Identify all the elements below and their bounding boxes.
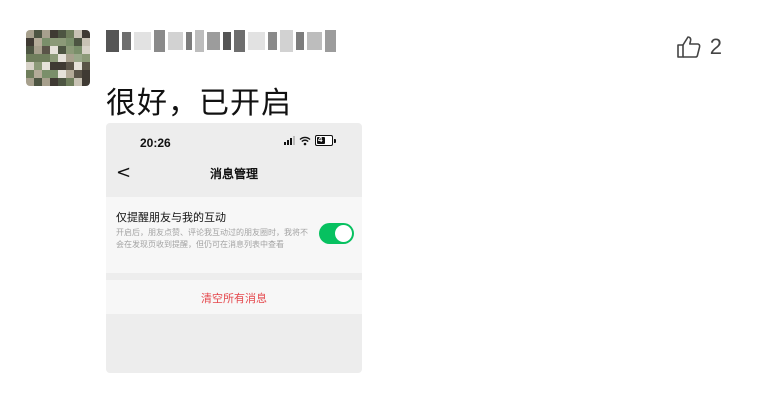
battery-icon: 4	[315, 135, 333, 146]
status-bar: 20:26 4	[106, 123, 362, 157]
like-count: 2	[709, 34, 722, 59]
clear-messages-row: 清空所有消息	[106, 280, 362, 314]
username-pixelated[interactable]	[106, 28, 336, 54]
status-icons: 4	[284, 135, 336, 146]
setting-description: 开启后，朋友点赞、评论我互动过的朋友圈时，我将不会在发现页收到提醒，但仍可在消息…	[116, 228, 308, 249]
like-button[interactable]: 2	[676, 34, 722, 60]
page-title: 消息管理	[209, 167, 258, 181]
cellular-signal-icon	[284, 136, 295, 145]
attached-screenshot[interactable]: 20:26 4 < 消息管理 仅提醒朋友与我的互动 开启后，朋友点赞、评论我互动…	[106, 123, 362, 373]
setting-row: 仅提醒朋友与我的互动 开启后，朋友点赞、评论我互动过的朋友圈时，我将不会在发现页…	[106, 197, 362, 273]
comment-text: 很好，已开启	[106, 86, 292, 121]
clear-messages-label: 清空所有消息	[201, 292, 267, 305]
setting-title: 仅提醒朋友与我的互动	[116, 211, 226, 224]
toggle-knob	[335, 225, 352, 242]
battery-tip	[334, 138, 336, 143]
battery-level: 4	[318, 135, 323, 144]
nav-bar: < 消息管理	[106, 157, 362, 189]
setting-toggle	[319, 223, 354, 244]
wifi-icon	[299, 136, 311, 145]
avatar[interactable]	[26, 30, 90, 86]
status-time: 20:26	[140, 136, 171, 150]
thumbs-up-outline-icon	[676, 36, 701, 58]
